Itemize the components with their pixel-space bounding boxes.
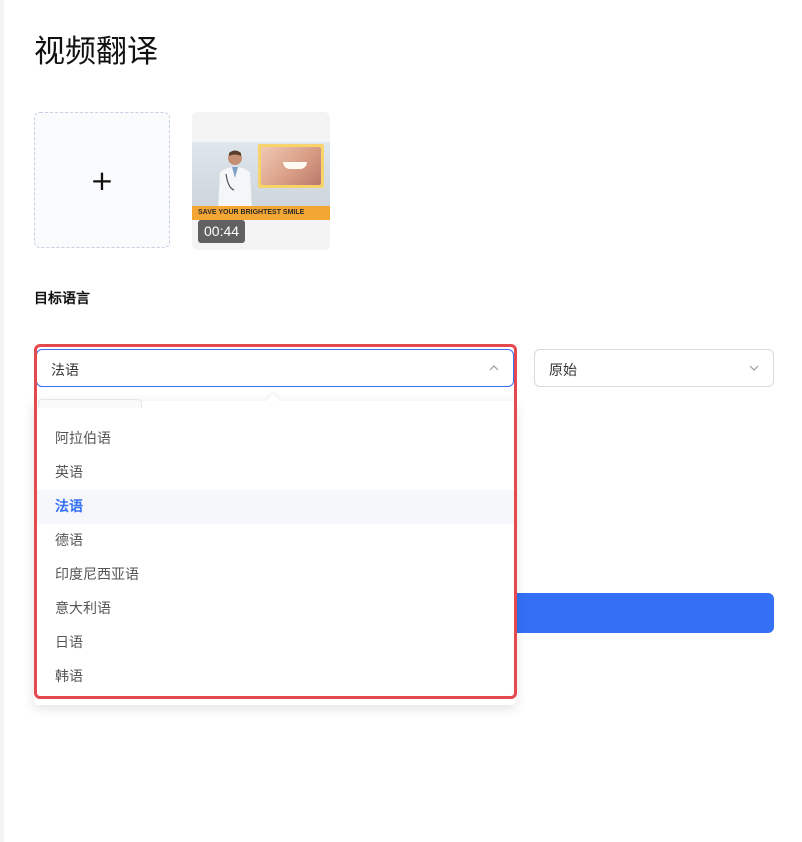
language-option-indonesian[interactable]: 印度尼西亚语 bbox=[36, 558, 514, 592]
language-option-french[interactable]: 法语 bbox=[36, 490, 514, 524]
upload-video-button[interactable]: + bbox=[34, 112, 170, 248]
target-language-value: 法语 bbox=[51, 363, 79, 379]
page-left-edge bbox=[0, 0, 4, 842]
language-option-japanese[interactable]: 日语 bbox=[36, 626, 514, 660]
target-language-label: 目标语言 bbox=[34, 291, 90, 307]
language-option-arabic[interactable]: 阿拉伯语 bbox=[36, 422, 514, 456]
chevron-down-icon bbox=[749, 365, 759, 371]
translate-button[interactable] bbox=[510, 593, 774, 633]
presenter-image bbox=[218, 150, 252, 210]
dropdown-tag-edge bbox=[38, 399, 142, 408]
target-language-select[interactable]: 法语 bbox=[36, 349, 514, 387]
chevron-up-icon bbox=[489, 365, 499, 371]
language-option-english[interactable]: 英语 bbox=[36, 456, 514, 490]
video-banner-text: SAVE YOUR BRIGHTEST SMILE bbox=[192, 206, 330, 220]
voice-select[interactable]: 原始 bbox=[534, 349, 774, 387]
video-duration-badge: 00:44 bbox=[198, 220, 246, 243]
inset-image bbox=[258, 144, 324, 188]
voice-select-value: 原始 bbox=[549, 363, 577, 379]
plus-icon: + bbox=[90, 163, 114, 197]
language-option-korean[interactable]: 韩语 bbox=[36, 660, 514, 694]
video-thumbnail: SAVE YOUR BRIGHTEST SMILE bbox=[192, 142, 330, 220]
language-option-italian[interactable]: 意大利语 bbox=[36, 592, 514, 626]
page-title: 视频翻译 bbox=[34, 34, 158, 70]
language-option-german[interactable]: 德语 bbox=[36, 524, 514, 558]
